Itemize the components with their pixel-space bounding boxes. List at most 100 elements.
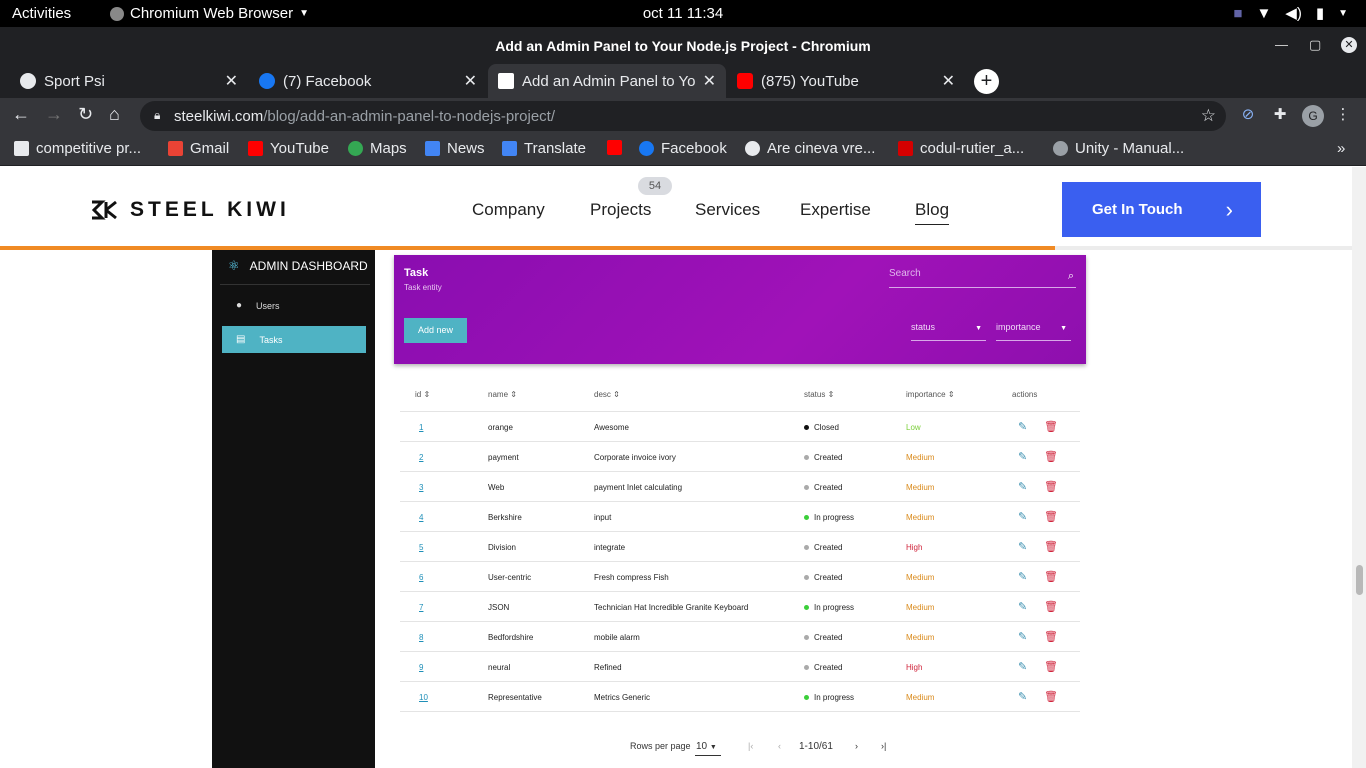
delete-icon[interactable]: 🗑︎ — [1044, 660, 1058, 673]
importance-filter-select[interactable]: importance ▼ — [996, 319, 1071, 341]
column-header-status[interactable]: status ⇕ — [804, 390, 834, 399]
edit-icon[interactable]: ✎ — [1018, 600, 1027, 613]
extensions-icon[interactable]: ✚ — [1270, 105, 1290, 125]
sidebar-item-users[interactable]: ● Users — [222, 292, 366, 319]
close-tab-icon[interactable]: ✕ — [942, 71, 955, 91]
bookmark-item[interactable]: competitive pr... — [14, 140, 141, 157]
id-link[interactable]: 1 — [419, 423, 423, 432]
activities-button[interactable]: Activities — [12, 5, 71, 22]
id-link[interactable]: 10 — [419, 693, 428, 702]
nav-services[interactable]: Services — [695, 200, 760, 220]
delete-icon[interactable]: 🗑︎ — [1044, 540, 1058, 553]
status-dot-icon — [804, 425, 809, 431]
id-link[interactable]: 2 — [419, 453, 423, 462]
id-link[interactable]: 7 — [419, 603, 423, 612]
scrollbar-thumb[interactable] — [1356, 565, 1363, 595]
nav-projects[interactable]: Projects — [590, 200, 651, 220]
tab-admin-panel[interactable]: Add an Admin Panel to Yo ✕ — [488, 64, 726, 98]
reload-icon[interactable]: ↻ — [78, 104, 93, 125]
column-header-name[interactable]: name ⇕ — [488, 390, 517, 399]
bookmark-item[interactable]: Facebook — [639, 140, 727, 157]
get-in-touch-button[interactable]: Get In Touch › — [1062, 182, 1261, 237]
id-link[interactable]: 4 — [419, 513, 423, 522]
app-menu[interactable]: Chromium Web Browser ▼ — [110, 5, 309, 22]
profile-avatar[interactable]: G — [1302, 105, 1324, 127]
edit-icon[interactable]: ✎ — [1018, 480, 1027, 493]
edit-icon[interactable]: ✎ — [1018, 510, 1027, 523]
first-page-icon[interactable]: |‹ — [748, 741, 753, 751]
nav-company[interactable]: Company — [472, 200, 545, 220]
delete-icon[interactable]: 🗑︎ — [1044, 600, 1058, 613]
close-window-button[interactable]: ✕ — [1341, 37, 1357, 53]
close-tab-icon[interactable]: ✕ — [703, 71, 716, 91]
previous-page-icon[interactable]: ‹ — [778, 741, 781, 751]
column-header-id[interactable]: id ⇕ — [415, 390, 430, 399]
nav-blog[interactable]: Blog — [915, 200, 950, 225]
edit-icon[interactable]: ✎ — [1018, 420, 1027, 433]
column-header-importance[interactable]: importance ⇕ — [906, 390, 955, 399]
tab-sport-psi[interactable]: Sport Psi ✕ — [10, 64, 248, 98]
sort-icon: ⇕ — [827, 390, 835, 399]
column-header-desc[interactable]: desc ⇕ — [594, 390, 620, 399]
next-page-icon[interactable]: › — [855, 741, 858, 751]
delete-icon[interactable]: 🗑︎ — [1044, 690, 1058, 703]
system-tray[interactable]: ■ ▼ ◀) ▮ ▼ — [1233, 4, 1348, 23]
status-filter-select[interactable]: status ▼ — [911, 319, 986, 341]
site-logo[interactable]: STEEL KIWI — [90, 198, 290, 222]
bookmark-item[interactable]: Translate — [502, 140, 586, 157]
table-row: 9 neural Refined Created High ✎ 🗑︎ — [400, 652, 1080, 682]
bookmark-item[interactable]: Maps — [348, 140, 407, 157]
bookmark-item[interactable]: Unity - Manual... — [1053, 140, 1184, 157]
edit-icon[interactable]: ✎ — [1018, 570, 1027, 583]
menu-dots-icon[interactable]: ⋮ — [1333, 105, 1353, 125]
desc-cell: Technician Hat Incredible Granite Keyboa… — [594, 603, 749, 612]
more-bookmarks-icon[interactable]: » — [1337, 140, 1345, 157]
tab-youtube[interactable]: (875) YouTube ✕ — [727, 64, 965, 98]
id-link[interactable]: 9 — [419, 663, 423, 672]
blocker-extension-icon[interactable]: ⊘ — [1238, 105, 1258, 125]
delete-icon[interactable]: 🗑︎ — [1044, 450, 1058, 463]
bookmark-item[interactable]: codul-rutier_a... — [898, 140, 1024, 157]
page-scrollbar[interactable] — [1352, 167, 1366, 768]
edit-icon[interactable]: ✎ — [1018, 660, 1027, 673]
edit-icon[interactable]: ✎ — [1018, 540, 1027, 553]
id-link[interactable]: 5 — [419, 543, 423, 552]
address-bar[interactable]: 🔒︎ steelkiwi.com/blog/add-an-admin-panel… — [140, 101, 1226, 131]
bookmark-item[interactable]: News — [425, 140, 485, 157]
delete-icon[interactable]: 🗑︎ — [1044, 480, 1058, 493]
bookmark-item[interactable]: YouTube — [248, 140, 329, 157]
edit-icon[interactable]: ✎ — [1018, 630, 1027, 643]
delete-icon[interactable]: 🗑︎ — [1044, 630, 1058, 643]
delete-icon[interactable]: 🗑︎ — [1044, 570, 1058, 583]
bookmark-item[interactable] — [607, 140, 629, 155]
id-link[interactable]: 3 — [419, 483, 423, 492]
minimize-button[interactable]: — — [1275, 37, 1288, 52]
edit-icon[interactable]: ✎ — [1018, 450, 1027, 463]
name-cell: orange — [488, 423, 513, 432]
tab-facebook[interactable]: (7) Facebook ✕ — [249, 64, 487, 98]
home-icon[interactable]: ⌂ — [109, 104, 120, 125]
bookmark-item[interactable]: Are cineva vre... — [745, 140, 875, 157]
delete-icon[interactable]: 🗑︎ — [1044, 420, 1058, 433]
delete-icon[interactable]: 🗑︎ — [1044, 510, 1058, 523]
id-link[interactable]: 8 — [419, 633, 423, 642]
forward-icon[interactable]: → — [45, 104, 63, 125]
rows-per-page-select[interactable]: 10 ▼ — [695, 738, 721, 756]
maximize-button[interactable]: ▢ — [1309, 37, 1321, 53]
bookmark-item[interactable]: Gmail — [168, 140, 229, 157]
last-page-icon[interactable]: ›| — [881, 741, 886, 751]
id-link[interactable]: 6 — [419, 573, 423, 582]
tab-label: Add an Admin Panel to Yo — [522, 72, 696, 90]
edit-icon[interactable]: ✎ — [1018, 690, 1027, 703]
clock[interactable]: oct 11 11:34 — [643, 5, 723, 22]
sidebar-item-tasks[interactable]: ▤ Tasks — [222, 326, 366, 353]
close-tab-icon[interactable]: ✕ — [225, 71, 238, 91]
nav-expertise[interactable]: Expertise — [800, 200, 871, 220]
search-icon: ⌕ — [1067, 270, 1074, 282]
new-tab-button[interactable]: + — [974, 69, 999, 94]
add-new-button[interactable]: Add new — [404, 318, 467, 343]
close-tab-icon[interactable]: ✕ — [464, 71, 477, 91]
bookmark-star-icon[interactable]: ☆ — [1201, 106, 1216, 126]
search-input[interactable]: Search ⌕ — [889, 268, 1076, 288]
back-icon[interactable]: ← — [12, 104, 30, 125]
